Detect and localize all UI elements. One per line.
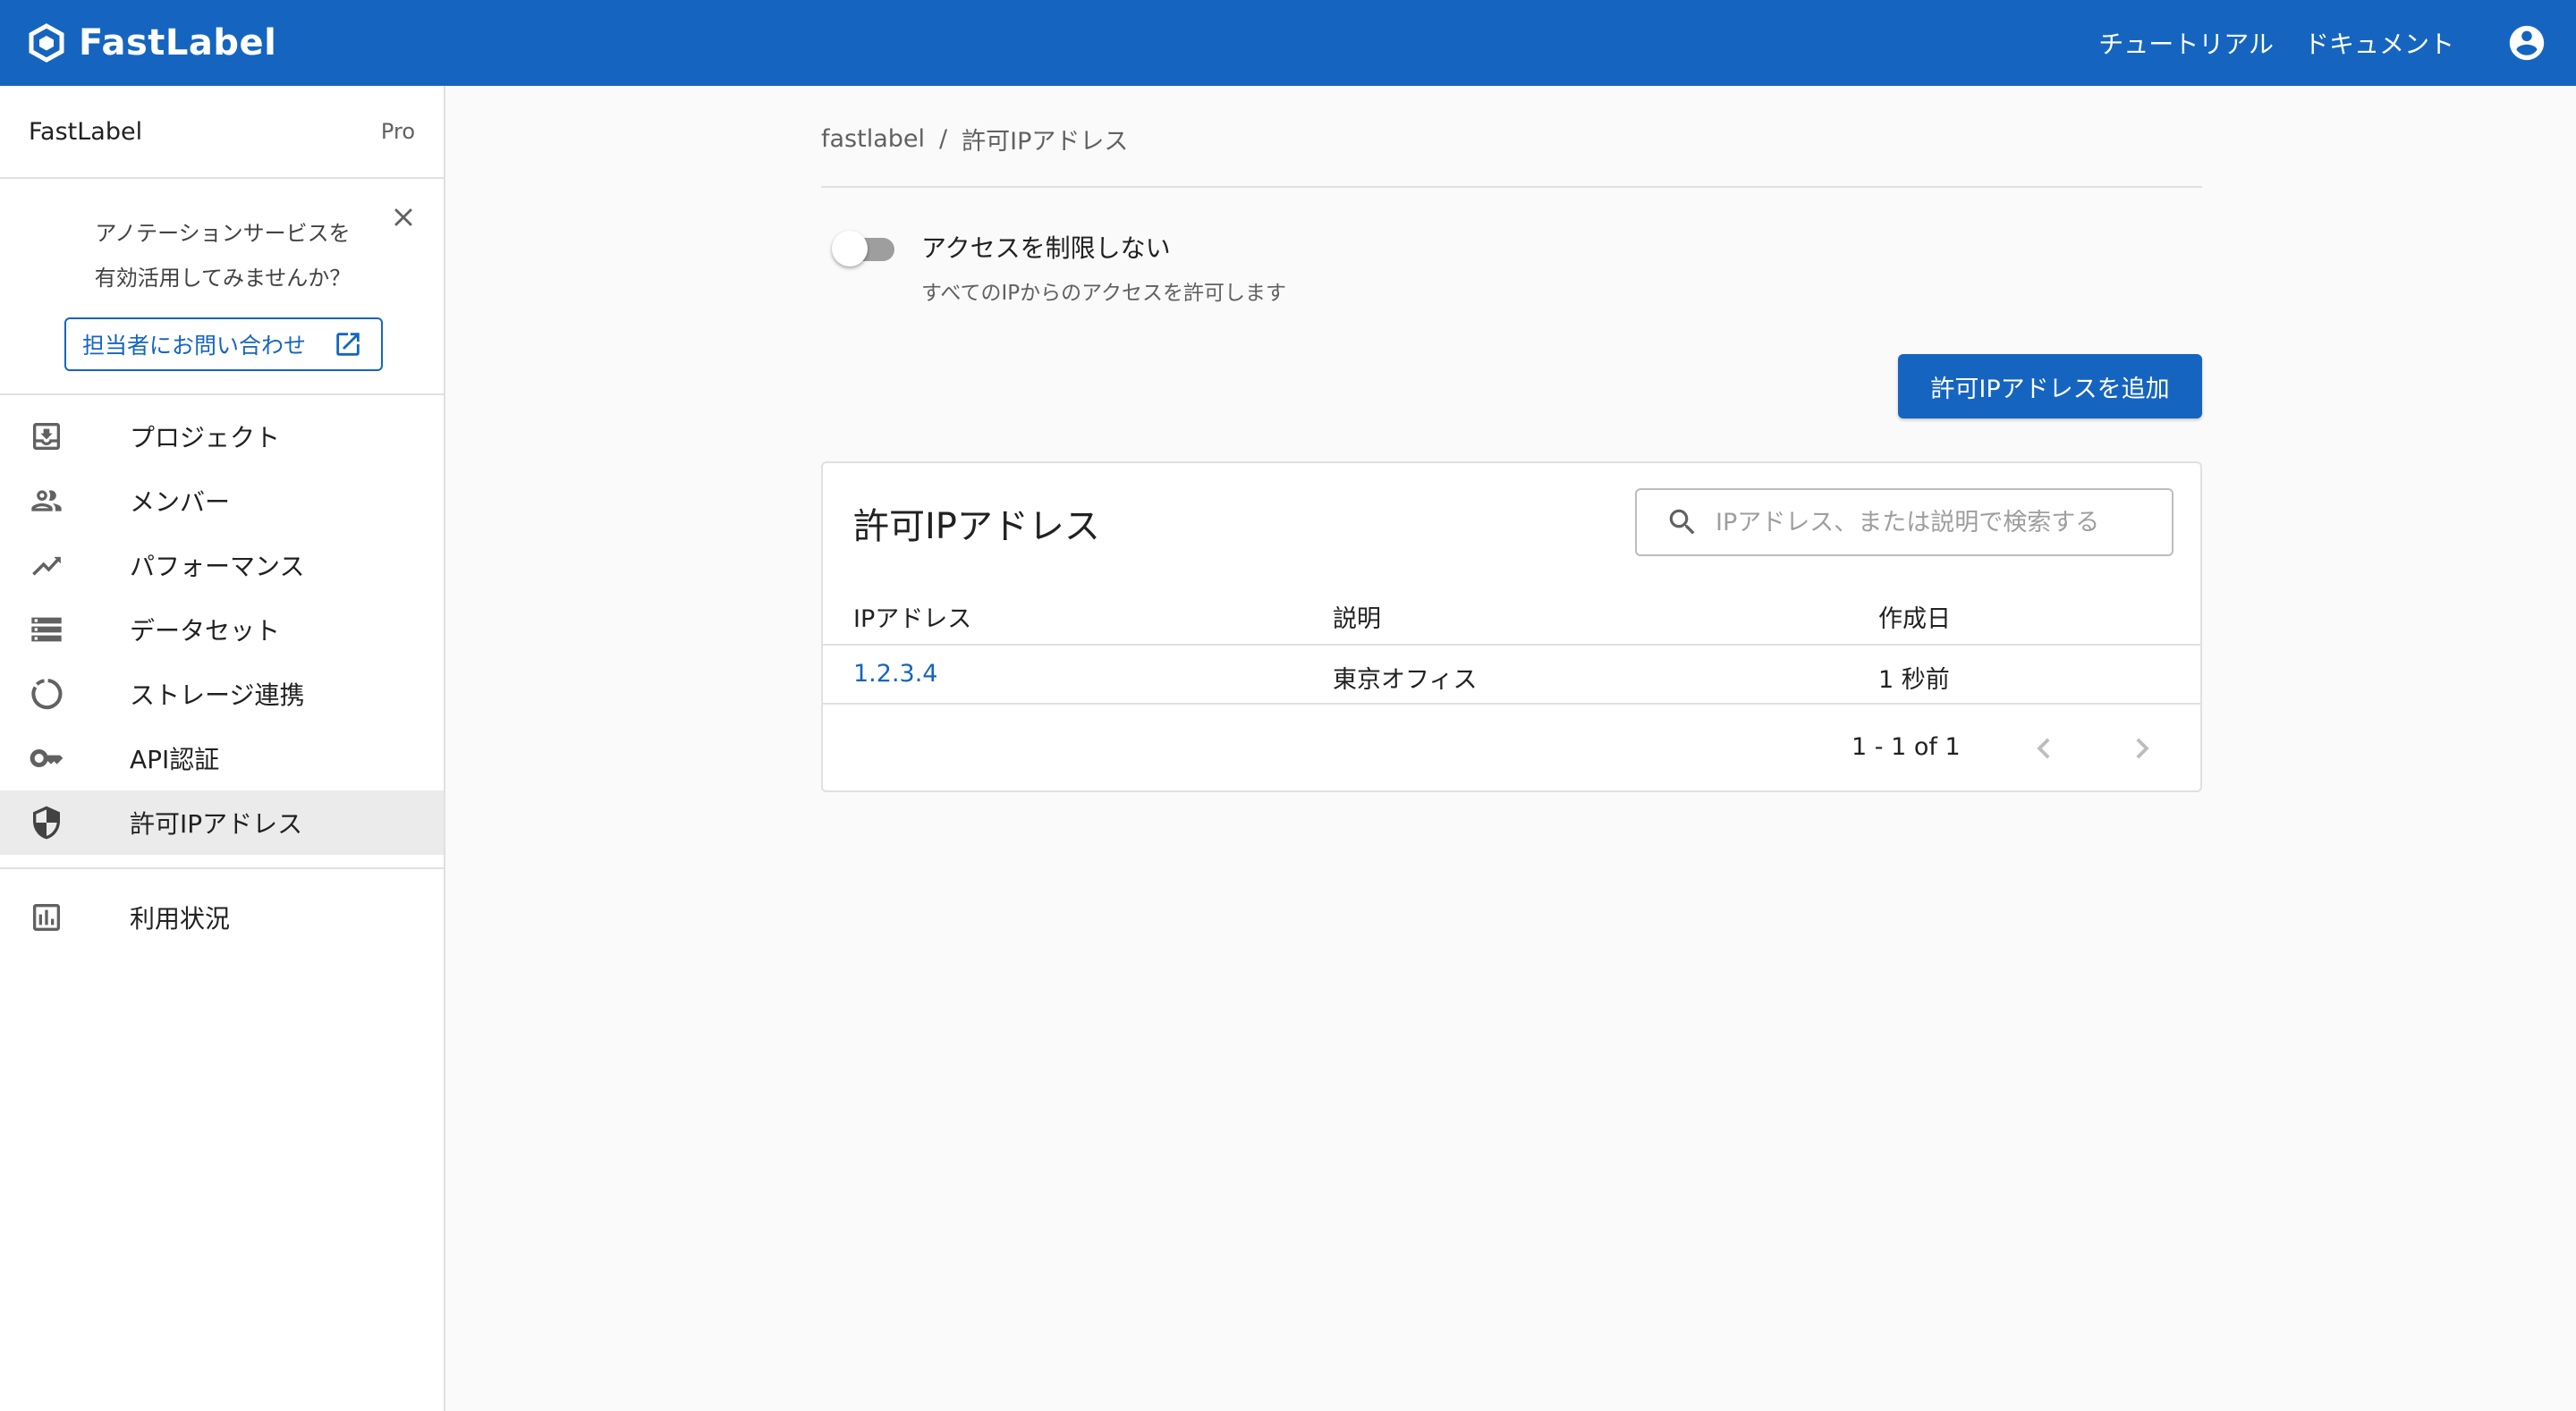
ip-description: 東京オフィス [1333,666,1478,694]
promo-text: アノテーションサービスを 有効活用してみませんか？ [0,211,445,300]
column-header-description[interactable]: 説明 [1333,599,1381,634]
ip-address-link[interactable]: 1.2.3.4 [853,660,937,688]
sidebar-item-api-auth[interactable]: API認証 [0,726,444,790]
trending-icon [32,556,61,576]
breadcrumb-separator: / [939,124,948,153]
shield-icon [33,806,60,840]
access-toggle-help: すべてのIPからのアクセスを許可します [921,282,1286,305]
brand-name: FastLabel [79,22,277,63]
chevron-left-icon[interactable] [2023,728,2064,769]
sidebar-item-label: 利用状況 [130,904,231,934]
switch-thumb [832,231,868,266]
ip-created-at: 1 秒前 [1878,666,1950,694]
chevron-right-icon[interactable] [2122,728,2163,769]
bar-chart-icon [33,904,60,931]
tutorial-link[interactable]: チュートリアル [2098,25,2274,61]
promo-line-1: アノテーションサービスを [95,221,351,246]
sidebar-item-datasets[interactable]: データセット [0,597,444,662]
workspace-header[interactable]: FastLabel Pro [0,86,444,179]
people-icon [31,490,62,511]
workspace-plan-badge: Pro [380,119,415,144]
contact-sales-button[interactable]: 担当者にお問い合わせ [64,317,383,371]
search-input[interactable] [1716,508,2145,537]
column-header-created[interactable]: 作成日 [1878,599,1951,634]
main-content: fastlabel / 許可IPアドレス アクセスを制限しない すべてのIPから… [821,86,2202,792]
sidebar-item-storage[interactable]: ストレージ連携 [0,662,444,726]
access-toggle-row: アクセスを制限しない [821,224,2202,270]
sidebar-item-label: データセット [130,616,281,646]
sidebar-item-usage[interactable]: 利用状況 [0,885,444,950]
table-title: 許可IPアドレス [853,506,1100,547]
pagination: 1 - 1 of 1 [823,706,2200,792]
sidebar-item-label: API認証 [130,745,220,774]
fastlabel-logo-icon [29,23,64,63]
sidebar-item-label: 許可IPアドレス [130,809,303,839]
promo-banner: アノテーションサービスを 有効活用してみませんか？ 担当者にお問い合わせ [0,179,444,395]
sidebar: FastLabel Pro アノテーションサービスを 有効活用してみませんか？ … [0,86,445,1411]
sync-circle-icon [31,679,63,710]
sidebar-nav: プロジェクト メンバー パフォーマンス データセット ストレージ連携 API認証… [0,395,444,855]
app-header: FastLabel チュートリアル ドキュメント [0,0,2576,86]
sidebar-item-label: プロジェクト [130,423,281,452]
allowed-ip-table-card: 許可IPアドレス IPアドレス 説明 作成日 1.2.3.4 東京オフィス 1 … [821,461,2202,792]
sidebar-divider [0,867,444,869]
open-in-new-icon [336,333,360,356]
promo-line-2: 有効活用してみませんか？ [94,266,352,291]
breadcrumb: fastlabel / 許可IPアドレス [821,118,2202,159]
add-allowed-ip-button[interactable]: 許可IPアドレスを追加 [1898,354,2202,418]
sidebar-item-members[interactable]: メンバー [0,469,444,533]
table-header: IPアドレス 説明 作成日 [823,588,2200,646]
sidebar-item-label: メンバー [130,487,231,517]
column-header-ip[interactable]: IPアドレス [853,599,971,634]
breadcrumb-root-link[interactable]: fastlabel [821,125,925,153]
sidebar-item-projects[interactable]: プロジェクト [0,404,444,469]
table-row[interactable]: 1.2.3.4 東京オフィス 1 秒前 [823,646,2200,705]
download-box-icon [33,423,60,450]
workspace-name: FastLabel [29,117,143,146]
sidebar-item-allowed-ip[interactable]: 許可IPアドレス [0,790,444,855]
close-icon[interactable] [388,202,419,232]
storage-icon [31,617,62,642]
sidebar-item-label: ストレージ連携 [130,680,305,710]
sidebar-item-performance[interactable]: パフォーマンス [0,533,444,597]
access-restriction-switch[interactable] [830,224,902,270]
sidebar-footer-nav: 利用状況 [0,885,444,950]
brand-logo[interactable]: FastLabel [27,22,276,63]
contact-sales-label: 担当者にお問い合わせ [82,333,307,359]
access-toggle-label: アクセスを制限しない [921,233,1171,263]
pagination-range: 1 - 1 of 1 [1852,733,1961,761]
sidebar-item-label: パフォーマンス [130,552,305,581]
search-icon [1669,509,1695,535]
account-circle-icon[interactable] [2506,22,2547,63]
key-icon [30,749,64,767]
breadcrumb-current: 許可IPアドレス [962,127,1129,156]
search-box[interactable] [1635,488,2174,556]
documents-link[interactable]: ドキュメント [2304,25,2454,61]
header-divider [821,186,2202,188]
